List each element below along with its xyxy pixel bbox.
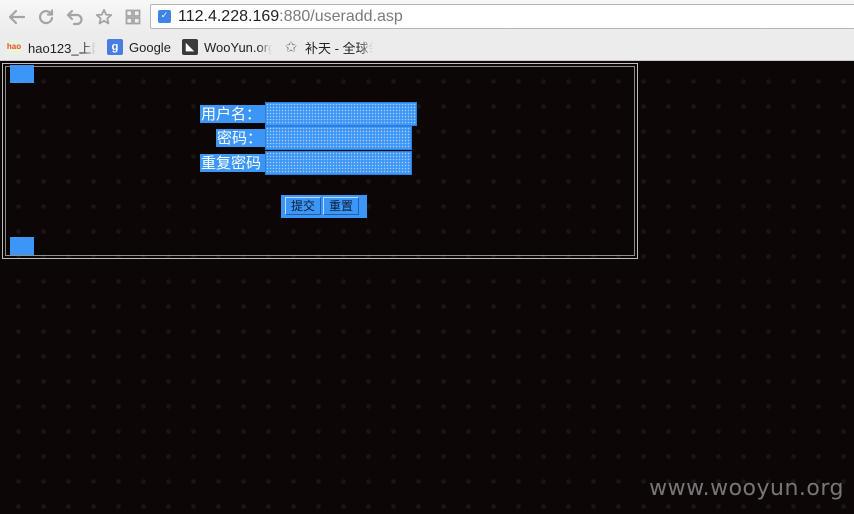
bookmark-label: hao123_上网 bbox=[28, 40, 96, 56]
watermark: www.wooyun.org bbox=[649, 476, 844, 501]
grid-icon bbox=[125, 9, 141, 25]
username-row: 用户名： bbox=[200, 102, 420, 126]
repeat-password-row: 重复密码 bbox=[200, 151, 420, 175]
bookmark-wooyun[interactable]: ◣ WooYun.org bbox=[182, 38, 272, 56]
bookmark-label: 补天 - 全球领 bbox=[305, 40, 373, 56]
bookmark-label: WooYun.org bbox=[204, 39, 272, 55]
reload-icon bbox=[38, 9, 54, 25]
undo-button[interactable] bbox=[64, 7, 86, 27]
bookmark-google[interactable]: g Google bbox=[107, 38, 177, 56]
password-field[interactable] bbox=[265, 126, 412, 150]
form-button-bar: 提交 重置 bbox=[281, 195, 367, 218]
reload-button[interactable] bbox=[35, 7, 57, 27]
repeat-password-field[interactable] bbox=[265, 151, 412, 175]
corner-block-top bbox=[10, 65, 34, 83]
url-path: :880/useradd.asp bbox=[279, 8, 403, 25]
username-field[interactable] bbox=[265, 102, 417, 126]
star-icon bbox=[95, 8, 113, 25]
browser-toolbar: ✓ 112.4.228.169:880/useradd.asp bbox=[0, 0, 854, 34]
corner-block-bottom bbox=[10, 237, 34, 255]
username-label: 用户名： bbox=[200, 105, 266, 123]
shield-icon: ✓ bbox=[158, 10, 171, 23]
reset-button[interactable]: 重置 bbox=[323, 197, 359, 215]
password-row: 密码： bbox=[216, 126, 416, 150]
password-label: 密码： bbox=[216, 129, 266, 147]
bookmark-butian[interactable]: ✩ 补天 - 全球领 bbox=[283, 38, 373, 56]
submit-button[interactable]: 提交 bbox=[285, 197, 321, 215]
bookmarks-bar: hao hao123_上网 g Google ◣ WooYun.org ✩ 补天… bbox=[0, 34, 854, 61]
hao123-icon: hao bbox=[6, 39, 22, 55]
url-host: 112.4.228.169 bbox=[178, 8, 280, 25]
url-text[interactable]: 112.4.228.169:880/useradd.asp bbox=[178, 8, 403, 26]
back-button[interactable] bbox=[6, 7, 28, 27]
google-icon: g bbox=[107, 39, 123, 55]
bookmark-hao123[interactable]: hao hao123_上网 bbox=[6, 38, 96, 56]
undo-icon bbox=[66, 9, 83, 26]
repeat-password-label: 重复密码 bbox=[200, 154, 266, 172]
page-content: 用户名： 密码： 重复密码 提交 重置 www.wooyun.org bbox=[0, 61, 854, 514]
favorite-button[interactable] bbox=[93, 7, 115, 27]
arrow-left-icon bbox=[8, 9, 26, 25]
apps-button[interactable] bbox=[122, 7, 144, 27]
wooyun-icon: ◣ bbox=[182, 39, 198, 55]
bookmark-label: Google bbox=[129, 39, 171, 55]
star-outline-icon: ✩ bbox=[284, 38, 298, 56]
address-bar[interactable]: ✓ 112.4.228.169:880/useradd.asp bbox=[150, 4, 854, 29]
